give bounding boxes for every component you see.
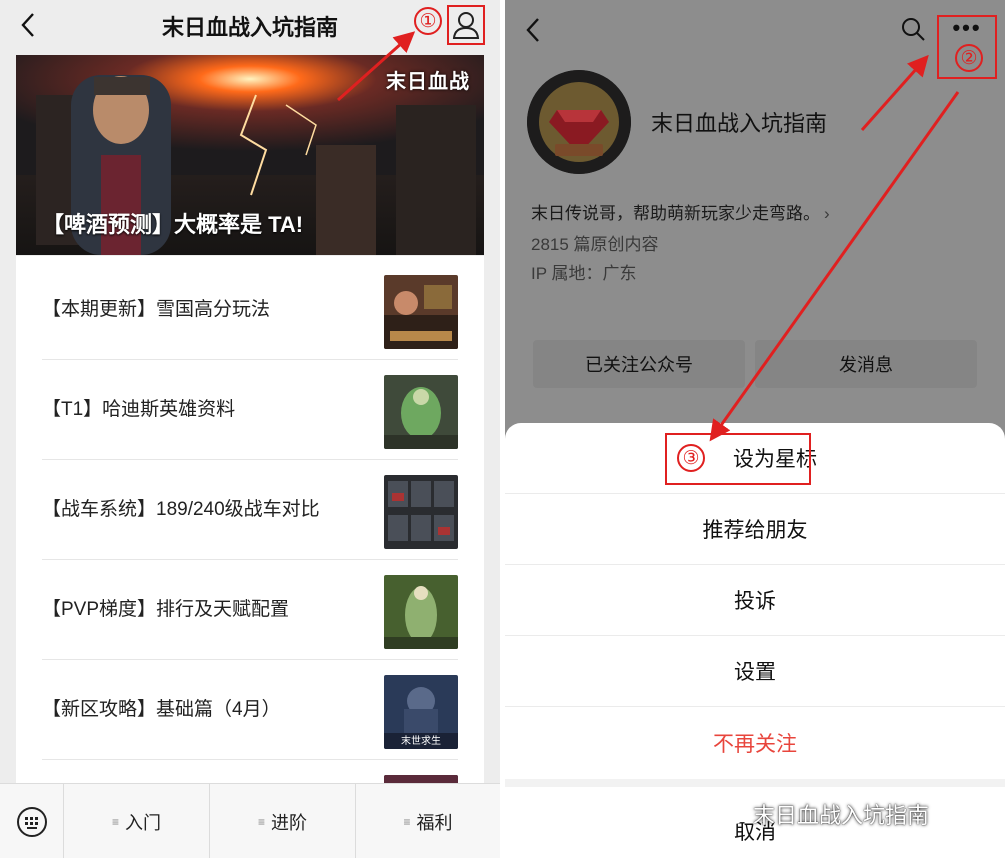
account-name: 末日血战入坑指南 [651, 111, 828, 136]
step-marker-3: ③ [677, 444, 705, 472]
avatar [527, 70, 631, 174]
menu-tab-label: 福利 [416, 812, 453, 833]
article-list: 【本期更新】雪国高分玩法 【T1】哈迪斯英雄资料 【战车系统】189/240级战… [16, 256, 484, 849]
menu-tab-label: 入门 [125, 812, 161, 833]
watermark-text: 末日血战入坑指南 [753, 803, 930, 828]
followed-button[interactable]: 已关注公众号 [533, 340, 745, 388]
account-profile-page: ••• ② 末日血战入坑指南 末日传说哥，帮助萌新玩家少走弯路。 › 2815 篇… [505, 0, 1005, 858]
chevron-right-icon: › [824, 204, 830, 223]
menu-tab-advanced[interactable]: ≡ 进阶 [210, 784, 356, 858]
nav-bar: 末日血战入坑指南 ① [0, 0, 500, 52]
unfollow-button[interactable]: 不再关注 [505, 707, 1005, 778]
step-marker-1: ① [414, 7, 442, 35]
article-thumbnail [384, 275, 458, 349]
list-item[interactable]: 【PVP梯度】排行及天赋配置 [42, 560, 458, 660]
featured-banner[interactable]: 末日血战 【啤酒预测】大概率是 TA! [16, 55, 484, 255]
account-description[interactable]: 末日传说哥，帮助萌新玩家少走弯路。 › [531, 199, 830, 224]
list-item[interactable]: 【本期更新】雪国高分玩法 [42, 260, 458, 360]
menu-tab-benefits[interactable]: ≡ 福利 [356, 784, 500, 858]
article-thumbnail [384, 575, 458, 649]
article-title: 【PVP梯度】排行及天赋配置 [42, 599, 290, 620]
chevron-left-icon[interactable] [519, 15, 549, 45]
sheet-separator [505, 779, 1005, 787]
list-item[interactable]: 【新区攻略】基础篇（4月） 末世求生 [42, 660, 458, 760]
article-title: 【新区攻略】基础篇（4月） [42, 699, 281, 720]
recommend-button[interactable]: 推荐给朋友 [505, 494, 1005, 565]
keyboard-toggle-button[interactable] [0, 784, 64, 858]
report-button[interactable]: 投诉 [505, 565, 1005, 636]
official-account-home: 末日血战入坑指南 ① 末日血战 【啤酒预测】大概率是 TA! 【本期更新】雪国高… [0, 0, 500, 858]
original-count: 2815 篇原创内容 [531, 235, 659, 254]
article-thumbnail [384, 375, 458, 449]
menu-lines-icon: ≡ [403, 814, 411, 829]
bottom-menu-bar: ≡ 入门 ≡ 进阶 ≡ 福利 [0, 783, 500, 858]
article-title: 【本期更新】雪国高分玩法 [42, 299, 271, 320]
menu-lines-icon: ≡ [257, 814, 265, 829]
keyboard-icon [16, 806, 47, 837]
article-title: 【战车系统】189/240级战车对比 [42, 499, 320, 520]
list-item[interactable]: 【战车系统】189/240级战车对比 [42, 460, 458, 560]
article-thumbnail [384, 475, 458, 549]
search-icon[interactable] [898, 14, 928, 44]
more-icon: ••• [952, 15, 982, 40]
settings-button[interactable]: 设置 [505, 636, 1005, 707]
article-thumbnail: 末世求生 [384, 675, 458, 749]
wechat-icon [716, 803, 744, 824]
person-icon [452, 12, 480, 39]
banner-caption: 【啤酒预测】大概率是 TA! [42, 212, 304, 237]
menu-lines-icon: ≡ [111, 814, 119, 829]
article-title: 【T1】哈迪斯英雄资料 [42, 399, 236, 420]
watermark: 末日血战入坑指南 [715, 798, 929, 830]
step-marker-2: ② [955, 44, 983, 72]
list-item[interactable]: 【T1】哈迪斯英雄资料 [42, 360, 458, 460]
ip-location: IP 属地：广东 [531, 264, 637, 283]
send-message-button[interactable]: 发消息 [755, 340, 977, 388]
profile-button[interactable] [447, 5, 485, 45]
more-options-button[interactable]: ••• ② [937, 15, 997, 79]
game-logo: 末日血战 [386, 71, 470, 93]
description-text: 末日传说哥，帮助萌新玩家少走弯路。 [531, 204, 820, 223]
menu-tab-label: 进阶 [271, 812, 307, 833]
svg-text:末世求生: 末世求生 [401, 734, 441, 747]
action-sheet: 设为星标 ③ 推荐给朋友 投诉 设置 不再关注 取消 [505, 423, 1005, 858]
menu-tab-intro[interactable]: ≡ 入门 [64, 784, 210, 858]
